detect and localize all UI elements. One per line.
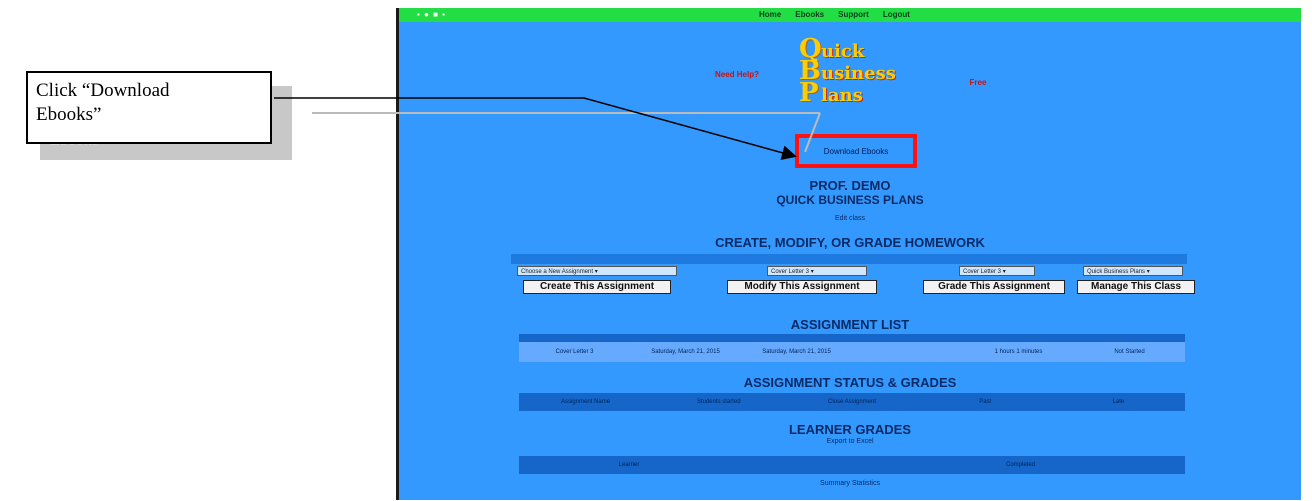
callout-arrows <box>274 97 821 161</box>
callout-arrow <box>274 97 797 161</box>
arrow-shadow-tail <box>804 112 821 153</box>
